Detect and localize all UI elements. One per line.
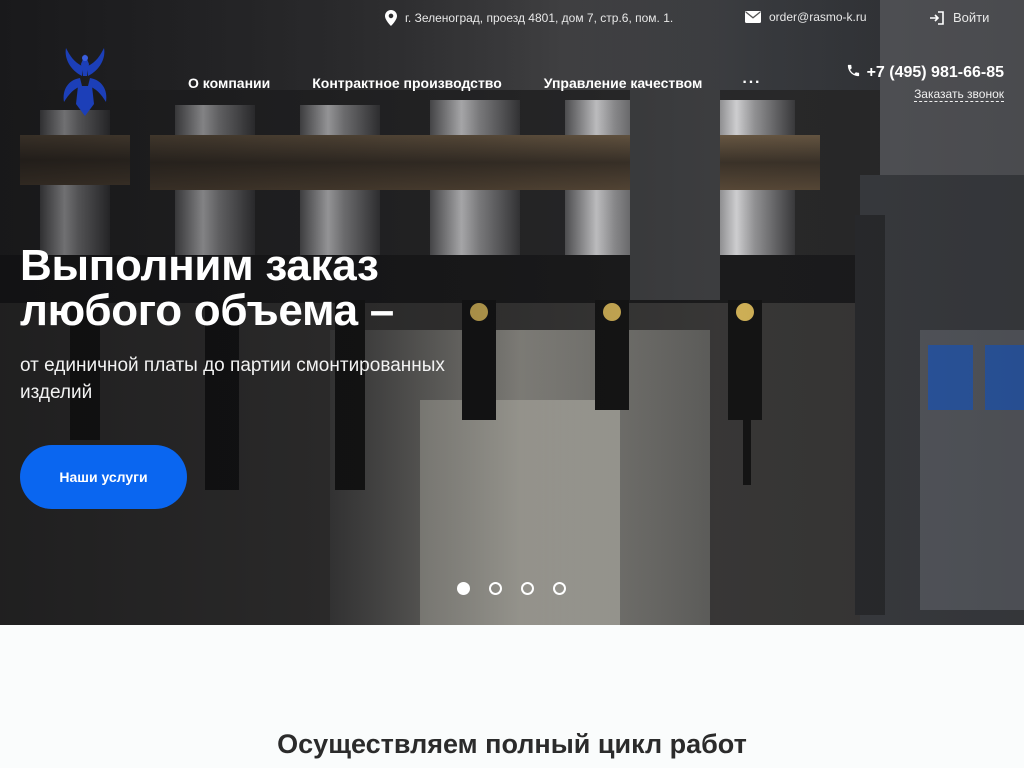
- phone-icon: [846, 63, 861, 83]
- slider-dot-1[interactable]: [457, 582, 470, 595]
- map-pin-icon: [385, 10, 397, 26]
- slider-pagination: [457, 582, 566, 595]
- envelope-icon: [745, 11, 761, 23]
- hero-headline-line-1: Выполним заказ: [20, 241, 379, 290]
- hero-headline-line-2: любого объема –: [20, 286, 394, 335]
- nav-more-button[interactable]: ···: [742, 74, 761, 92]
- address-text: г. Зеленоград, проезд 4801, дом 7, стр.6…: [405, 11, 674, 25]
- phone-block: +7 (495) 981-66-85 Заказать звонок: [846, 63, 1004, 103]
- slider-dot-2[interactable]: [489, 582, 502, 595]
- email-text: order@rasmo-k.ru: [769, 10, 867, 24]
- our-services-button[interactable]: Наши услуги: [20, 445, 187, 509]
- section-title: Осуществляем полный цикл работ: [277, 729, 747, 759]
- phone-number: +7 (495) 981-66-85: [866, 64, 1004, 81]
- hero-subheadline: от единичной платы до партии смонтирован…: [20, 355, 445, 403]
- sign-in-icon: [929, 10, 945, 25]
- login-link[interactable]: Войти: [929, 10, 989, 25]
- phone-link[interactable]: +7 (495) 981-66-85: [846, 63, 1004, 83]
- address: г. Зеленоград, проезд 4801, дом 7, стр.6…: [385, 10, 673, 26]
- nav-item-contract-manufacturing[interactable]: Контрактное производство: [312, 75, 502, 91]
- callback-link[interactable]: Заказать звонок: [914, 87, 1004, 102]
- nav-item-about[interactable]: О компании: [188, 75, 270, 91]
- top-contact-bar: г. Зеленоград, проезд 4801, дом 7, стр.6…: [0, 10, 1024, 30]
- eagle-logo[interactable]: [60, 46, 110, 118]
- slider-dot-3[interactable]: [521, 582, 534, 595]
- email-link[interactable]: order@rasmo-k.ru: [745, 10, 867, 24]
- nav-item-quality-management[interactable]: Управление качеством: [544, 75, 703, 91]
- hero-banner: г. Зеленоград, проезд 4801, дом 7, стр.6…: [0, 0, 1024, 625]
- hero-headline: Выполним заказ любого объема –: [20, 243, 480, 333]
- main-navigation: О компании Контрактное производство Упра…: [188, 73, 761, 93]
- slider-dot-4[interactable]: [553, 582, 566, 595]
- login-text: Войти: [953, 10, 990, 25]
- full-cycle-section: Осуществляем полный цикл работ: [0, 625, 1024, 768]
